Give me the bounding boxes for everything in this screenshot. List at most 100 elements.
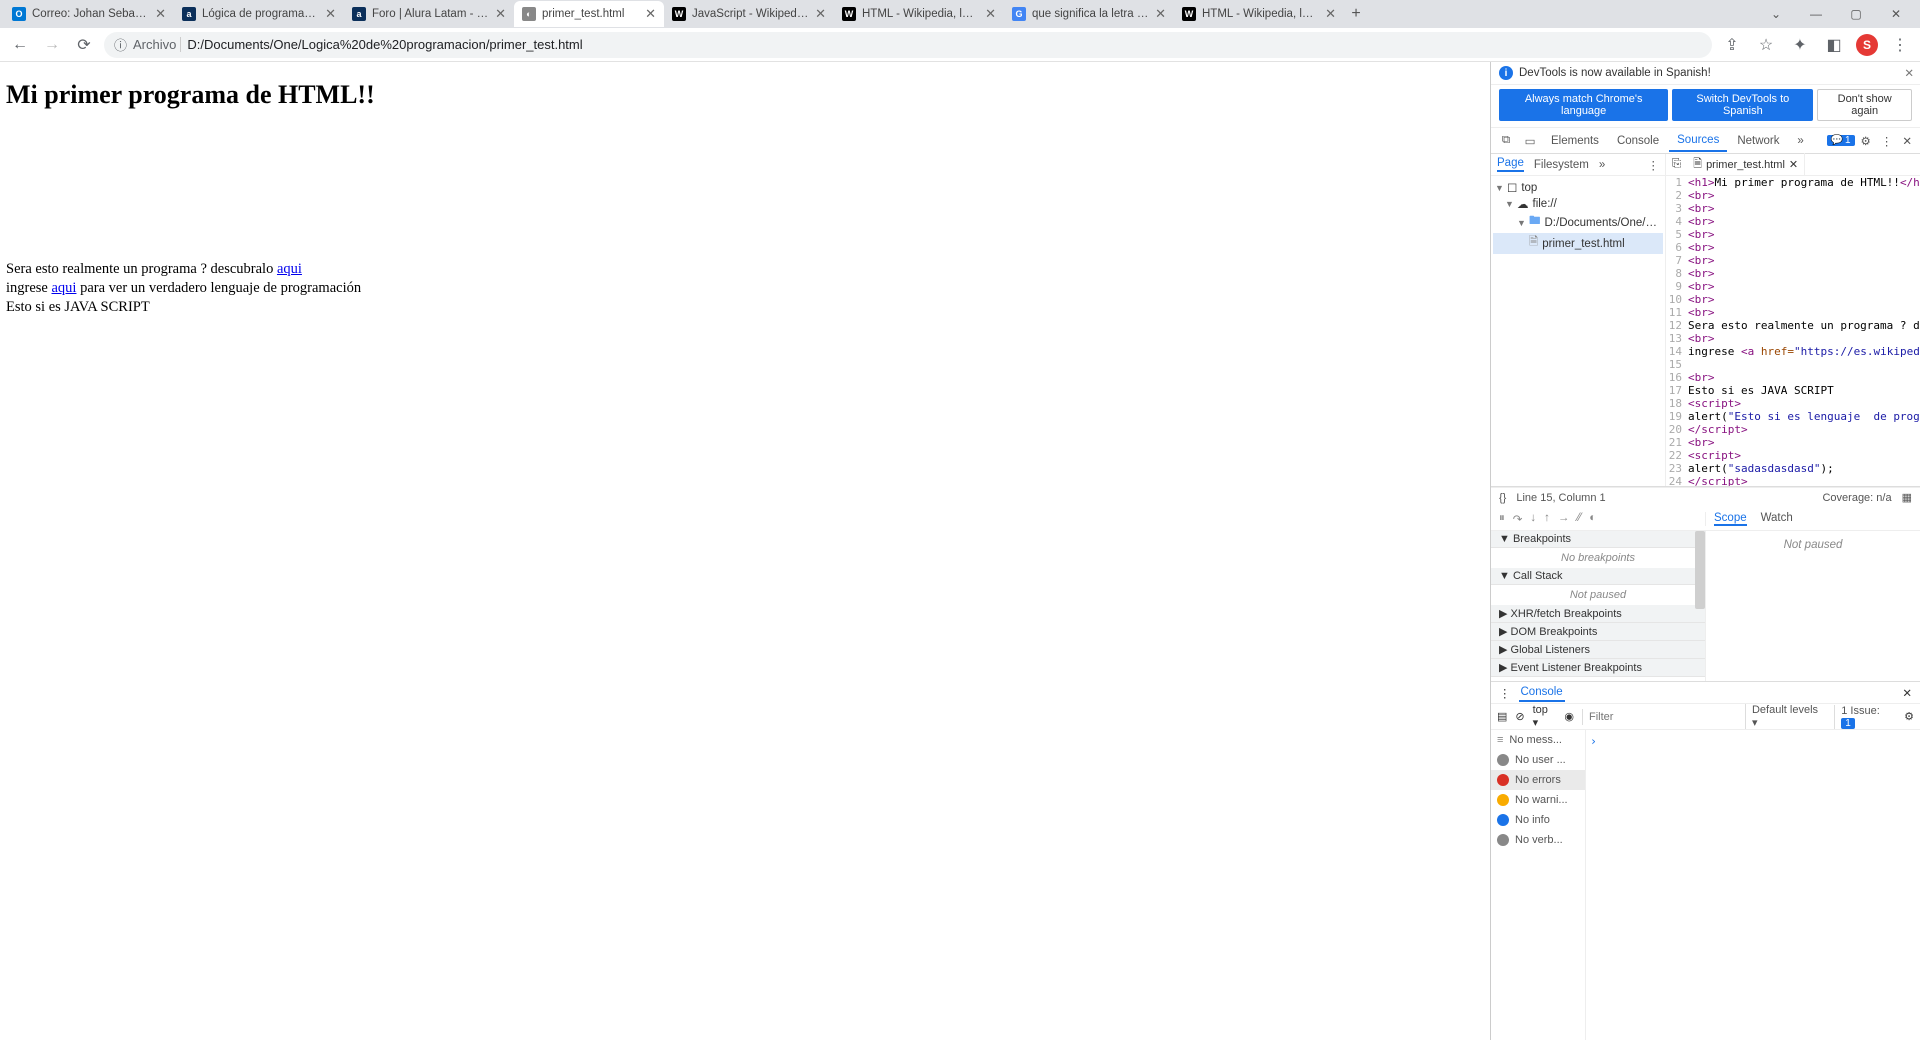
code-line[interactable]: 8<br> (1666, 267, 1920, 280)
panel-callstack[interactable]: ▼ Call Stack (1491, 568, 1705, 585)
filter-row[interactable]: No warni... (1491, 790, 1585, 810)
panel-event[interactable]: ▶ Event Listener Breakpoints (1491, 659, 1705, 677)
open-file-tab[interactable]: 🗎 primer_test.html ✕ (1687, 153, 1805, 176)
close-icon[interactable]: ✕ (1904, 66, 1914, 80)
step-icon[interactable]: → (1558, 512, 1570, 526)
code-editor[interactable]: 1<h1>Mi primer programa de HTML!!</h1>2<… (1666, 176, 1920, 486)
tab-scope[interactable]: Scope (1714, 512, 1747, 526)
more-tabs-icon[interactable]: » (1790, 135, 1812, 147)
minimize-icon[interactable]: ― (1802, 3, 1830, 25)
gear-icon[interactable]: ⚙ (1904, 710, 1914, 723)
deactivate-bp-icon[interactable]: ⁄⁄ (1577, 512, 1581, 526)
close-file-icon[interactable]: ✕ (1789, 158, 1798, 171)
code-line[interactable]: 20</script> (1666, 423, 1920, 436)
device-icon[interactable]: ▭ (1519, 134, 1541, 148)
code-line[interactable]: 16<br> (1666, 371, 1920, 384)
code-line[interactable]: 4<br> (1666, 215, 1920, 228)
browser-tab[interactable]: aLógica de programación: P✕ (174, 1, 344, 27)
step-into-icon[interactable]: ↓ (1530, 512, 1536, 526)
more-subtabs-icon[interactable]: » (1599, 159, 1605, 171)
link-aqui-1[interactable]: aqui (277, 261, 302, 277)
kebab-icon[interactable]: ⋮ (1499, 686, 1511, 700)
code-line[interactable]: 12Sera esto realmente un programa ? desc… (1666, 319, 1920, 332)
gear-icon[interactable]: ⚙ (1857, 132, 1875, 150)
kebab-icon[interactable]: ⋮ (1877, 132, 1897, 150)
sidebar-toggle-icon[interactable]: ▤ (1497, 710, 1507, 723)
code-line[interactable]: 10<br> (1666, 293, 1920, 306)
switch-language-button[interactable]: Switch DevTools to Spanish (1672, 89, 1813, 121)
code-line[interactable]: 23alert("sadasdasdasd"); (1666, 462, 1920, 475)
filter-row[interactable]: ≡No mess... (1491, 730, 1585, 750)
code-line[interactable]: 14ingrese <a href="https://es.wikipedia.… (1666, 345, 1920, 358)
code-line[interactable]: 13<br> (1666, 332, 1920, 345)
browser-tab[interactable]: ◐primer_test.html✕ (514, 1, 664, 27)
address-bar[interactable]: ⓘ Archivo D:/Documents/One/Logica%20de%2… (104, 32, 1712, 58)
console-output[interactable]: › (1586, 730, 1920, 1040)
tab-network[interactable]: Network (1729, 131, 1787, 151)
code-line[interactable]: 1<h1>Mi primer programa de HTML!!</h1> (1666, 176, 1920, 189)
tree-origin[interactable]: ▼☁file:// (1493, 196, 1663, 212)
bookmark-icon[interactable]: ☆ (1754, 33, 1778, 57)
dont-show-button[interactable]: Don't show again (1817, 89, 1912, 121)
sidepanel-icon[interactable]: ◧ (1822, 33, 1846, 57)
console-filter-input[interactable] (1582, 709, 1737, 725)
code-line[interactable]: 11<br> (1666, 306, 1920, 319)
close-devtools-icon[interactable]: ✕ (1898, 132, 1916, 150)
close-window-icon[interactable]: ✕ (1882, 3, 1910, 25)
braces-icon[interactable]: {} (1499, 492, 1506, 504)
pause-icon[interactable]: ⏸ (1499, 512, 1505, 526)
live-expr-icon[interactable]: ◉ (1564, 710, 1574, 723)
kebab-icon[interactable]: ⋮ (1648, 158, 1660, 172)
filter-row[interactable]: No info (1491, 810, 1585, 830)
close-tab-icon[interactable]: ✕ (985, 6, 996, 22)
close-tab-icon[interactable]: ✕ (155, 6, 166, 22)
close-tab-icon[interactable]: ✕ (815, 6, 826, 22)
maximize-icon[interactable]: ▢ (1842, 3, 1870, 25)
panel-global[interactable]: ▶ Global Listeners (1491, 641, 1705, 659)
close-tab-icon[interactable]: ✕ (325, 6, 336, 22)
code-line[interactable]: 19alert("Esto si es lenguaje de programa… (1666, 410, 1920, 423)
filter-row[interactable]: No verb... (1491, 830, 1585, 850)
coverage-icon[interactable]: ▦ (1902, 491, 1912, 504)
tab-watch[interactable]: Watch (1761, 512, 1793, 526)
code-line[interactable]: 24</script> (1666, 475, 1920, 486)
browser-tab[interactable]: WJavaScript - Wikipedia, la e✕ (664, 1, 834, 27)
filter-row[interactable]: No user ... (1491, 750, 1585, 770)
close-tab-icon[interactable]: ✕ (495, 6, 506, 22)
inspect-icon[interactable]: ⧉ (1495, 134, 1517, 147)
code-line[interactable]: 5<br> (1666, 228, 1920, 241)
issues-badge[interactable]: 💬1 (1827, 135, 1855, 146)
tree-file[interactable]: 🗎primer_test.html (1493, 233, 1663, 254)
code-line[interactable]: 7<br> (1666, 254, 1920, 267)
console-drawer-tab[interactable]: Console (1519, 684, 1565, 702)
code-line[interactable]: 21<br> (1666, 436, 1920, 449)
browser-tab[interactable]: Gque significa la letra a en h✕ (1004, 1, 1174, 27)
browser-tab[interactable]: OCorreo: Johan Sebastian S✕ (4, 1, 174, 27)
link-aqui-2[interactable]: aqui (52, 280, 77, 296)
dock-icon[interactable]: ⎘ (1672, 158, 1681, 171)
clear-console-icon[interactable]: ⊘ (1515, 710, 1524, 723)
reload-button[interactable]: ⟳ (72, 33, 96, 57)
code-line[interactable]: 18<script> (1666, 397, 1920, 410)
pause-exceptions-icon[interactable]: ◐ (1589, 512, 1596, 526)
tree-folder[interactable]: ▼🖿D:/Documents/One/Logica de (1493, 212, 1663, 233)
issues-link[interactable]: 1 Issue: 1 (1834, 705, 1896, 729)
tab-elements[interactable]: Elements (1543, 131, 1607, 151)
code-line[interactable]: 6<br> (1666, 241, 1920, 254)
close-tab-icon[interactable]: ✕ (645, 6, 656, 22)
code-line[interactable]: 9<br> (1666, 280, 1920, 293)
browser-tab[interactable]: aForo | Alura Latam - Cursos✕ (344, 1, 514, 27)
browser-tab[interactable]: WHTML - Wikipedia, la encic✕ (834, 1, 1004, 27)
new-tab-button[interactable]: + (1344, 2, 1368, 26)
panel-breakpoints[interactable]: ▼ Breakpoints (1491, 531, 1705, 548)
tab-sources[interactable]: Sources (1669, 130, 1727, 152)
browser-tab[interactable]: WHTML - Wikipedia, la encic✕ (1174, 1, 1344, 27)
back-button[interactable]: ← (8, 33, 32, 57)
code-line[interactable]: 17Esto si es JAVA SCRIPT (1666, 384, 1920, 397)
context-selector[interactable]: top ▾ (1533, 704, 1557, 729)
log-levels-selector[interactable]: Default levels ▾ (1745, 704, 1826, 729)
close-tab-icon[interactable]: ✕ (1325, 6, 1336, 22)
chevron-down-icon[interactable]: ⌄ (1762, 3, 1790, 25)
step-over-icon[interactable]: ↷ (1513, 512, 1523, 526)
code-line[interactable]: 15 (1666, 358, 1920, 371)
